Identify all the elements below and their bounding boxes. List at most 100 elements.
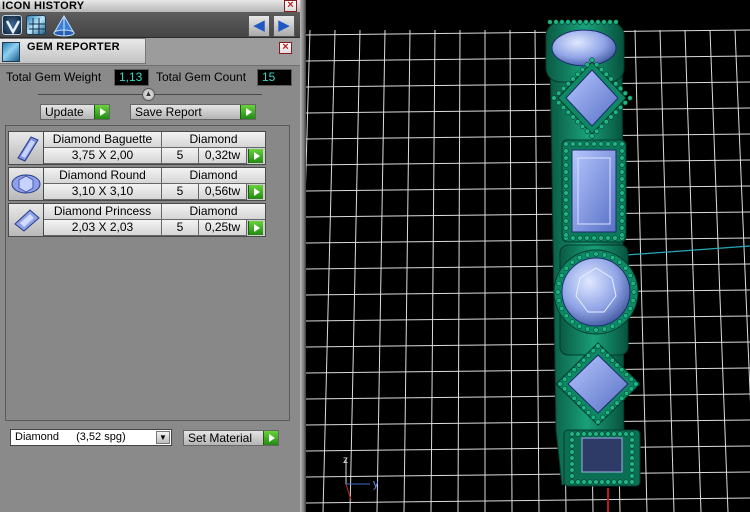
bead: [619, 395, 625, 401]
bead: [583, 19, 589, 25]
bead: [565, 19, 571, 25]
gem-row[interactable]: Diamond Baguette Diamond 3,75 X 2,00 5 0…: [8, 131, 266, 165]
bead: [601, 19, 607, 25]
bead: [570, 141, 576, 147]
bead: [571, 367, 577, 373]
viewport-canvas[interactable]: z y: [306, 0, 750, 512]
grid-line: [684, 29, 702, 512]
bead: [559, 272, 565, 279]
material-select-name: Diamond: [15, 431, 60, 443]
bead: [563, 197, 569, 203]
save-report-button[interactable]: Save Report: [130, 104, 256, 120]
chevron-down-icon[interactable]: ▼: [156, 431, 170, 444]
ring-model[interactable]: [545, 19, 641, 487]
grid-line: [306, 367, 750, 374]
update-button[interactable]: Update: [40, 104, 110, 120]
bead: [576, 362, 582, 368]
grid-line: [509, 29, 513, 512]
bead: [617, 479, 623, 485]
bead: [633, 381, 639, 387]
gem-row[interactable]: Diamond Round Diamond 3,10 X 3,10 5 0,56…: [8, 167, 266, 201]
bead: [556, 90, 562, 96]
gem-grid-icon[interactable]: [26, 15, 46, 35]
bead: [593, 431, 599, 437]
bead: [595, 343, 601, 349]
grid-line: [306, 81, 750, 88]
set-material-button[interactable]: Set Material: [183, 430, 279, 446]
bead: [629, 467, 635, 473]
gem-reporter-header: GEM REPORTER ×: [0, 38, 300, 66]
bead: [581, 405, 587, 411]
baguette-gem-2[interactable]: [581, 437, 623, 473]
top-round-gem[interactable]: [551, 29, 617, 67]
gem-name: Diamond Round: [44, 168, 162, 184]
bead: [569, 467, 575, 473]
grid-line: [306, 107, 750, 114]
x-axis-line: [625, 245, 750, 256]
bead: [604, 352, 611, 359]
bead: [628, 376, 634, 382]
bead: [629, 473, 635, 479]
bead: [579, 66, 586, 73]
bead: [576, 323, 583, 329]
grid-line: [306, 497, 750, 504]
forward-arrow-icon[interactable]: ▶: [273, 15, 295, 37]
bead: [565, 109, 571, 115]
gem-size: 3,10 X 3,10: [44, 184, 162, 200]
bead: [619, 204, 625, 210]
bead: [581, 479, 587, 485]
gem-row-go-icon[interactable]: [248, 149, 263, 163]
bead: [629, 479, 635, 485]
gem-reporter-close-icon[interactable]: ×: [279, 42, 292, 54]
bead: [575, 479, 581, 485]
material-select[interactable]: Diamond (3,52 spg) ▼: [10, 429, 172, 446]
bead: [605, 141, 611, 147]
3d-viewport[interactable]: z y: [306, 0, 750, 512]
back-arrow-icon[interactable]: ◀: [248, 15, 270, 37]
bead: [613, 81, 619, 87]
bead: [593, 327, 599, 333]
cone-mesh-icon[interactable]: [52, 15, 75, 37]
grid-line: [306, 211, 750, 218]
bead: [608, 76, 614, 82]
bead: [619, 190, 625, 196]
bead: [599, 431, 605, 437]
bead: [575, 71, 581, 77]
bead: [569, 437, 575, 443]
bead: [569, 473, 575, 479]
bead: [587, 431, 593, 437]
bead: [613, 19, 619, 25]
collapse-toggle-icon[interactable]: ▲: [142, 88, 155, 101]
bead: [563, 211, 569, 217]
grid-line: [306, 133, 750, 140]
bead: [563, 232, 569, 238]
grid-line: [734, 29, 750, 404]
bead: [595, 419, 601, 425]
gem-row[interactable]: Diamond Princess Diamond 2,03 X 2,03 5 0…: [8, 203, 266, 237]
set-material-button-label: Set Material: [188, 431, 253, 445]
gem-row-go-icon[interactable]: [248, 185, 263, 199]
gem-row-go-icon[interactable]: [248, 221, 263, 235]
bead: [623, 371, 630, 378]
bead: [569, 461, 575, 467]
grid-line: [430, 29, 436, 512]
bead: [562, 386, 568, 392]
grid-line: [322, 29, 336, 512]
grid-line: [306, 471, 750, 478]
bead: [629, 431, 635, 437]
bead: [619, 197, 625, 203]
bead: [619, 169, 625, 175]
bead: [563, 204, 569, 210]
bead: [617, 104, 624, 111]
bead: [581, 357, 587, 363]
baguette-gem-1[interactable]: [571, 149, 617, 233]
gem-reporter-tab[interactable]: GEM REPORTER: [0, 38, 146, 64]
bead: [619, 225, 625, 231]
icon-history-close-icon[interactable]: ×: [284, 0, 297, 12]
bead: [623, 431, 629, 437]
v-logo-icon[interactable]: [2, 15, 22, 35]
bead: [553, 19, 559, 25]
bead: [601, 326, 608, 332]
bead: [563, 162, 569, 168]
bead: [619, 218, 625, 224]
